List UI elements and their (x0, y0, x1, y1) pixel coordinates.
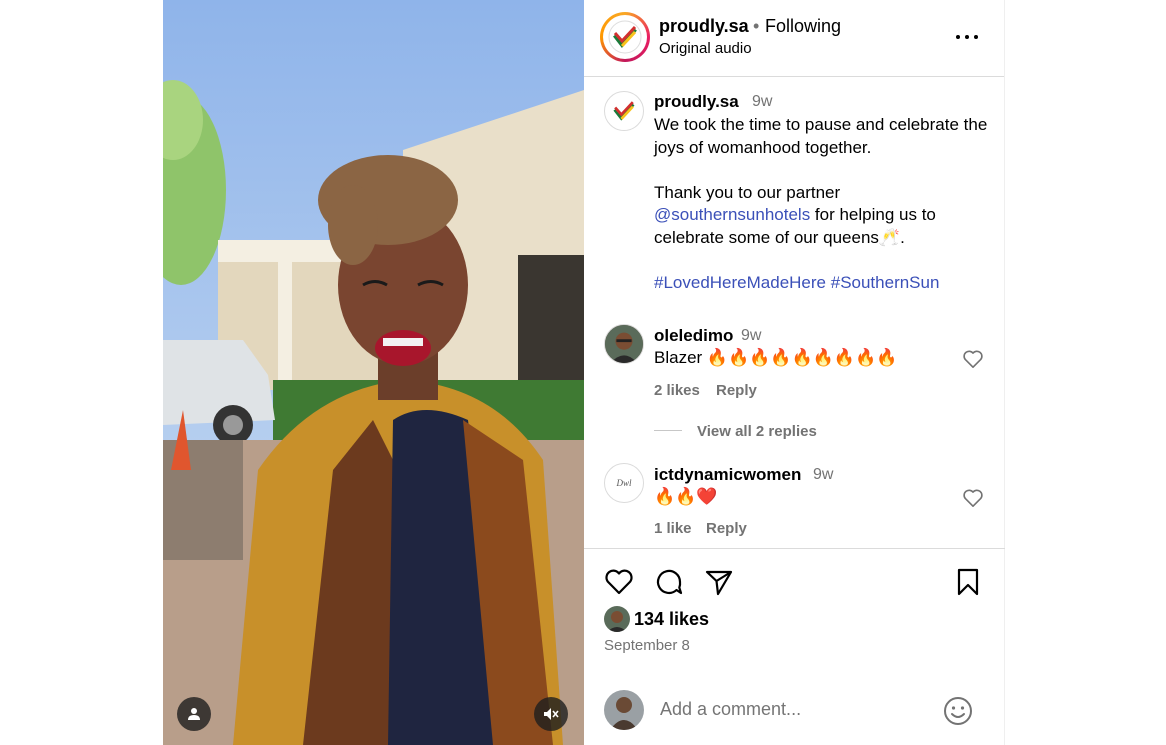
comment-reply-button[interactable]: Reply (706, 520, 747, 537)
caption-username-link[interactable]: proudly.sa (654, 92, 739, 112)
person-photo-icon (604, 606, 630, 632)
person-photo-icon (604, 690, 644, 730)
comment-like-heart-icon[interactable] (962, 488, 984, 508)
likes-count-link[interactable]: 134 likes (634, 609, 709, 630)
caption-hashtags: #LovedHereMadeHere #SouthernSun (654, 272, 994, 295)
person-photo-icon (605, 325, 643, 363)
comment-likes-count[interactable]: 1 like (654, 520, 692, 537)
comment-like-heart-icon[interactable] (962, 349, 984, 369)
hashtag-lovedheremadehere-link[interactable]: #LovedHereMadeHere (654, 273, 826, 292)
more-options-button[interactable] (956, 30, 978, 44)
author-avatar[interactable] (600, 12, 650, 62)
post-date[interactable]: September 8 (604, 637, 690, 654)
caption-author-avatar[interactable] (604, 91, 644, 131)
post-media[interactable] (163, 0, 584, 745)
caption-text: We took the time to pause and celebrate … (654, 114, 994, 294)
more-horizontal-icon (956, 35, 960, 39)
proudly-sa-logo-icon (608, 20, 642, 54)
following-button[interactable]: Following (765, 16, 841, 37)
comment-username-link[interactable]: oleledimo (654, 326, 733, 346)
mute-toggle-button[interactable] (534, 697, 568, 731)
view-replies-button[interactable]: View all 2 replies (697, 423, 817, 440)
caption-line-1: We took the time to pause and celebrate … (654, 115, 988, 157)
mention-southernsunhotels-link[interactable]: @southernsunhotels (654, 205, 810, 224)
audio-link[interactable]: Original audio (659, 40, 752, 57)
ictdynamicwomen-logo-icon: Dwl (615, 478, 632, 488)
comment-likes-count[interactable]: 2 likes (654, 382, 700, 399)
post-header: proudly.sa • Following Original audio (584, 0, 1004, 77)
caption-timestamp[interactable]: 9w (752, 93, 772, 111)
commenter-avatar[interactable] (604, 324, 644, 364)
comment-text: Blazer 🔥🔥🔥🔥🔥🔥🔥🔥🔥 (654, 348, 898, 367)
bookmark-icon[interactable] (952, 566, 984, 598)
add-comment-input[interactable] (660, 699, 930, 720)
comment-icon[interactable] (653, 566, 685, 598)
video-frame-image (163, 0, 584, 745)
tagged-users-button[interactable] (177, 697, 211, 731)
proudly-sa-logo-icon (613, 101, 635, 121)
smiley-icon[interactable] (942, 695, 974, 727)
comment-reply-button[interactable]: Reply (716, 382, 757, 399)
hashtag-southernsun-link[interactable]: #SouthernSun (831, 273, 940, 292)
comment-timestamp[interactable]: 9w (813, 466, 833, 484)
speaker-muted-icon (544, 708, 559, 720)
comment-timestamp[interactable]: 9w (741, 327, 761, 345)
liker-avatar[interactable] (604, 606, 630, 632)
commenter-avatar[interactable]: Dwl (604, 463, 644, 503)
post-details-panel: proudly.sa • Following Original audio pr… (584, 0, 1005, 745)
heart-icon[interactable] (603, 566, 635, 598)
comment-username-link[interactable]: ictdynamicwomen (654, 465, 801, 485)
replies-divider (654, 430, 682, 431)
separator-dot: • (753, 16, 760, 36)
caption-line-2-prefix: Thank you to our partner (654, 182, 841, 202)
svg-text:Dwl: Dwl (615, 478, 632, 488)
send-icon[interactable] (703, 566, 735, 598)
caption-line-2: Thank you to our partner @southernsunhot… (654, 182, 994, 250)
author-username-link[interactable]: proudly.sa (659, 16, 749, 37)
comment-text: 🔥🔥❤️ (654, 487, 718, 506)
post-actions-bar: 134 likes September 8 (584, 548, 1005, 745)
current-user-avatar (604, 690, 644, 730)
person-icon (188, 708, 200, 720)
